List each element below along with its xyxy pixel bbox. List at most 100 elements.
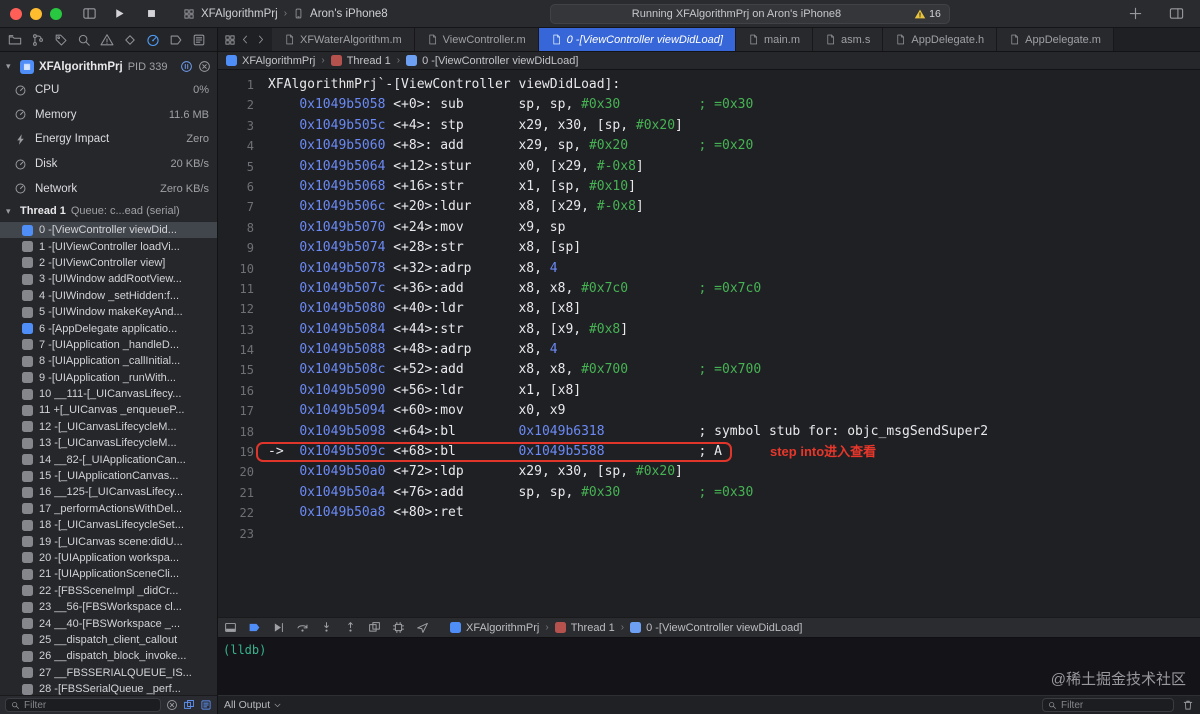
stack-frame-20[interactable]: 20 -[UIApplication workspa...	[0, 550, 217, 566]
gauge-network[interactable]: Network Zero KB/s	[0, 176, 217, 201]
stack-frame-0[interactable]: 0 -[ViewController viewDid...	[0, 221, 217, 239]
line-number[interactable]: 7	[218, 197, 268, 217]
stack-frame-8[interactable]: 8 -[UIApplication _callInitial...	[0, 353, 217, 369]
line-number[interactable]: 8	[218, 218, 268, 238]
forward-icon[interactable]	[255, 34, 266, 45]
stack-frame-19[interactable]: 19 -[_UICanvas scene:didU...	[0, 533, 217, 549]
tab-viewcontroller-m[interactable]: ViewController.m	[414, 28, 539, 51]
code-line-5[interactable]: 5 0x1049b5064 <+12>:stur x0, [x29, #-0x8…	[218, 157, 1200, 177]
line-number[interactable]: 12	[218, 299, 268, 319]
editor-layout-icon[interactable]	[1169, 6, 1184, 21]
navigator-breakpoints-icon[interactable]	[169, 33, 183, 47]
line-number[interactable]: 3	[218, 116, 268, 136]
line-number[interactable]: 15	[218, 360, 268, 380]
debug-console[interactable]: (lldb) @稀土掘金技术社区	[218, 638, 1200, 695]
memory-icon[interactable]	[392, 621, 405, 634]
code-line-13[interactable]: 13 0x1049b5084 <+44>:str x8, [x9, #0x8]	[218, 320, 1200, 340]
code-line-17[interactable]: 17 0x1049b5094 <+60>:mov x0, x9	[218, 401, 1200, 421]
show-only-user-frames-icon[interactable]	[200, 699, 212, 711]
code-line-14[interactable]: 14 0x1049b5088 <+48>:adrp x8, 4	[218, 340, 1200, 360]
line-number[interactable]: 4	[218, 136, 268, 156]
stack-frame-9[interactable]: 9 -[UIApplication _runWith...	[0, 369, 217, 385]
stack-frame-23[interactable]: 23 __56-[FBSWorkspace cl...	[0, 599, 217, 615]
output-scope-selector[interactable]: All Output	[224, 699, 282, 711]
run-button[interactable]	[113, 7, 126, 20]
view-ui-icon[interactable]	[368, 621, 381, 634]
navigator-issues-icon[interactable]	[100, 33, 114, 47]
related-items-icon[interactable]	[224, 34, 236, 46]
code-line-21[interactable]: 21 0x1049b50a4 <+76>:add sp, sp, #0x30 ;…	[218, 483, 1200, 503]
stack-frame-28[interactable]: 28 -[FBSSerialQueue _perf...	[0, 681, 217, 695]
line-number[interactable]: 2	[218, 95, 268, 115]
tab-appdelegate-m[interactable]: AppDelegate.m	[997, 28, 1114, 51]
code-line-16[interactable]: 16 0x1049b5090 <+56>:ldr x1, [x8]	[218, 381, 1200, 401]
navigator-tests-icon[interactable]	[123, 33, 137, 47]
stack-frame-6[interactable]: 6 -[AppDelegate applicatio...	[0, 320, 217, 336]
line-number[interactable]: 13	[218, 320, 268, 340]
code-line-2[interactable]: 2 0x1049b5058 <+0>: sub sp, sp, #0x30 ; …	[218, 95, 1200, 115]
step-out-icon[interactable]	[344, 621, 357, 634]
stack-frame-7[interactable]: 7 -[UIApplication _handleD...	[0, 337, 217, 353]
kill-process-icon[interactable]	[198, 60, 211, 73]
navigator-reports-icon[interactable]	[192, 33, 206, 47]
line-number[interactable]: 14	[218, 340, 268, 360]
navigator-project-icon[interactable]	[8, 33, 22, 47]
line-number[interactable]: 20	[218, 462, 268, 482]
stack-frame-3[interactable]: 3 -[UIWindow addRootView...	[0, 271, 217, 287]
step-over-icon[interactable]	[296, 621, 309, 634]
code-line-22[interactable]: 22 0x1049b50a8 <+80>:ret	[218, 503, 1200, 523]
show-only-crashed-icon[interactable]	[183, 699, 195, 711]
stack-frame-18[interactable]: 18 -[_UICanvasLifecycleSet...	[0, 517, 217, 533]
code-line-6[interactable]: 6 0x1049b5068 <+16>:str x1, [sp, #0x10]	[218, 177, 1200, 197]
tab-asm-s[interactable]: asm.s	[813, 28, 884, 51]
step-into-icon[interactable]	[320, 621, 333, 634]
stack-frame-21[interactable]: 21 -[UIApplicationSceneCli...	[0, 566, 217, 582]
line-number[interactable]: 9	[218, 238, 268, 258]
stack-frame-17[interactable]: 17 _performActionsWithDel...	[0, 501, 217, 517]
line-number[interactable]: 23	[218, 524, 268, 544]
stack-frame-13[interactable]: 13 -[_UICanvasLifecycleM...	[0, 435, 217, 451]
gauge-memory[interactable]: Memory 11.6 MB	[0, 103, 217, 128]
disassembly-editor[interactable]: 1 XFAlgorithmPrj`-[ViewController viewDid…	[218, 70, 1200, 617]
stack-frame-16[interactable]: 16 __125-[_UICanvasLifecy...	[0, 484, 217, 500]
code-line-4[interactable]: 4 0x1049b5060 <+8>: add x29, sp, #0x20 ;…	[218, 136, 1200, 156]
code-line-9[interactable]: 9 0x1049b5074 <+28>:str x8, [sp]	[218, 238, 1200, 258]
code-line-1[interactable]: 1 XFAlgorithmPrj`-[ViewController viewDid…	[218, 75, 1200, 95]
stack-frame-10[interactable]: 10 __111-[_UICanvasLifecy...	[0, 386, 217, 402]
line-number[interactable]: 10	[218, 259, 268, 279]
navigator-symbols-icon[interactable]	[54, 33, 68, 47]
zoom-window-button[interactable]	[50, 7, 62, 20]
line-number[interactable]: 19	[218, 442, 268, 462]
location-icon[interactable]	[416, 621, 429, 634]
code-line-18[interactable]: 18 0x1049b5098 <+64>:bl 0x1049b6318 ; sy…	[218, 422, 1200, 442]
stack-frame-12[interactable]: 12 -[_UICanvasLifecycleM...	[0, 419, 217, 435]
navigator-source-control-icon[interactable]	[31, 33, 45, 47]
stack-frame-14[interactable]: 14 __82-[_UIApplicationCan...	[0, 451, 217, 467]
minimize-window-button[interactable]	[30, 7, 42, 20]
thread-row[interactable]: ▾ Thread 1 Queue: c...ead (serial)	[0, 201, 217, 222]
gauge-disk[interactable]: Disk 20 KB/s	[0, 152, 217, 177]
bp-arrow-icon[interactable]	[248, 621, 261, 634]
library-add-icon[interactable]	[1128, 6, 1143, 21]
stack-frame-26[interactable]: 26 __dispatch_block_invoke...	[0, 648, 217, 664]
code-line-12[interactable]: 12 0x1049b5080 <+40>:ldr x8, [x8]	[218, 299, 1200, 319]
navigator-filter-input[interactable]: Filter	[5, 698, 161, 712]
line-number[interactable]: 21	[218, 483, 268, 503]
stack-frame-25[interactable]: 25 __dispatch_client_callout	[0, 632, 217, 648]
code-line-15[interactable]: 15 0x1049b508c <+52>:add x8, x8, #0x700 …	[218, 360, 1200, 380]
stack-frame-24[interactable]: 24 __40-[FBSWorkspace _...	[0, 615, 217, 631]
line-number[interactable]: 18	[218, 422, 268, 442]
console-filter-input[interactable]: Filter	[1042, 698, 1174, 712]
warnings-badge[interactable]: 16	[914, 8, 941, 20]
stack-frame-11[interactable]: 11 +[_UICanvas _enqueueP...	[0, 402, 217, 418]
line-number[interactable]: 17	[218, 401, 268, 421]
line-number[interactable]: 6	[218, 177, 268, 197]
breadcrumb-xfalgorithmprj[interactable]: XFAlgorithmPrj	[226, 55, 315, 67]
code-line-8[interactable]: 8 0x1049b5070 <+24>:mov x9, sp	[218, 218, 1200, 238]
pause-process-icon[interactable]	[180, 60, 193, 73]
continue-icon[interactable]	[272, 621, 285, 634]
tab-0-viewcontroller-viewdidload[interactable]: 0 -[ViewController viewDidLoad]	[538, 28, 736, 51]
code-line-11[interactable]: 11 0x1049b507c <+36>:add x8, x8, #0x7c0 …	[218, 279, 1200, 299]
back-icon[interactable]	[240, 34, 251, 45]
breadcrumb-thread-1[interactable]: Thread 1	[554, 622, 615, 634]
